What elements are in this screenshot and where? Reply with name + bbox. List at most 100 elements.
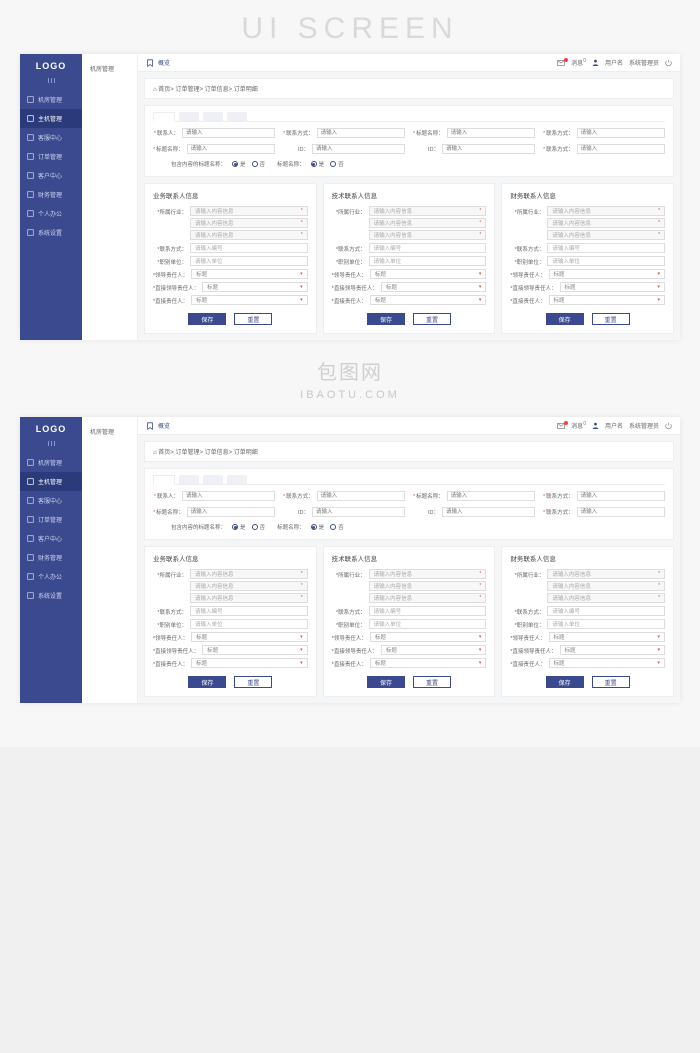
sub-sidebar-item[interactable] xyxy=(82,440,137,450)
tab[interactable] xyxy=(153,112,175,122)
radio2-no[interactable]: 否 xyxy=(330,523,344,531)
lead1-select[interactable]: 标题▾ xyxy=(370,632,487,642)
tab[interactable] xyxy=(227,475,247,484)
field-input[interactable] xyxy=(317,491,405,501)
industry-input[interactable]: 请输入内容信息* xyxy=(369,206,487,216)
sub-sidebar-item[interactable] xyxy=(82,480,137,490)
radio2-yes[interactable]: 是 xyxy=(311,160,325,168)
field-input[interactable] xyxy=(187,507,275,517)
industry-input-3[interactable]: 请输入内容信息* xyxy=(547,230,665,240)
user-label[interactable]: 用户名 xyxy=(605,421,623,430)
home-icon[interactable]: ⌂ xyxy=(153,87,157,93)
field-input[interactable] xyxy=(577,128,665,138)
lead2-select[interactable]: 标题▾ xyxy=(202,645,308,655)
contact-input[interactable]: 请输入编号 xyxy=(190,243,308,253)
contact-input[interactable]: 请输入编号 xyxy=(369,606,487,616)
nav-item[interactable]: 客服中心 xyxy=(20,128,82,147)
radio1-no[interactable]: 否 xyxy=(252,160,266,168)
unit-input[interactable]: 请输入单位 xyxy=(190,619,308,629)
nav-item[interactable]: 财务管理 xyxy=(20,548,82,567)
industry-input[interactable]: 请输入内容信息* xyxy=(190,569,308,579)
sub-sidebar-item[interactable] xyxy=(82,77,137,87)
unit-input[interactable]: 请输入单位 xyxy=(369,256,487,266)
reset-button[interactable]: 重置 xyxy=(413,313,451,325)
nav-item[interactable]: 客服中心 xyxy=(20,491,82,510)
nav-item[interactable]: 订单管理 xyxy=(20,147,82,166)
sub-sidebar-item[interactable] xyxy=(82,117,137,127)
field-input[interactable] xyxy=(577,144,665,154)
nav-item[interactable]: 主机管理 xyxy=(20,472,82,491)
sub-sidebar-item[interactable] xyxy=(82,500,137,510)
save-button[interactable]: 保存 xyxy=(367,313,405,325)
lead3-select[interactable]: 标题▾ xyxy=(370,658,487,668)
industry-input[interactable]: 请输入内容信息* xyxy=(369,569,487,579)
lead1-select[interactable]: 标题▾ xyxy=(191,269,308,279)
lead3-select[interactable]: 标题▾ xyxy=(549,658,666,668)
contact-input[interactable]: 请输入编号 xyxy=(369,243,487,253)
radio1-yes[interactable]: 是 xyxy=(232,160,246,168)
field-input[interactable] xyxy=(182,491,275,501)
industry-input[interactable]: 请输入内容信息* xyxy=(547,569,665,579)
admin-label[interactable]: 系统管理员 xyxy=(629,58,659,67)
reset-button[interactable]: 重置 xyxy=(234,676,272,688)
lead3-select[interactable]: 标题▾ xyxy=(549,295,666,305)
sub-sidebar-item[interactable] xyxy=(82,460,137,470)
industry-input-3[interactable]: 请输入内容信息* xyxy=(369,230,487,240)
lead1-select[interactable]: 标题▾ xyxy=(549,632,666,642)
save-button[interactable]: 保存 xyxy=(367,676,405,688)
lead3-select[interactable]: 标题▾ xyxy=(191,295,308,305)
radio1-no[interactable]: 否 xyxy=(252,523,266,531)
nav-item[interactable]: 机房管理 xyxy=(20,453,82,472)
sub-sidebar-item[interactable] xyxy=(82,490,137,500)
lead3-select[interactable]: 标题▾ xyxy=(191,658,308,668)
tab[interactable] xyxy=(179,475,199,484)
mail-icon[interactable] xyxy=(557,60,565,66)
lead2-select[interactable]: 标题▾ xyxy=(560,645,666,655)
industry-input-3[interactable]: 请输入内容信息* xyxy=(190,230,308,240)
reset-button[interactable]: 重置 xyxy=(592,313,630,325)
admin-label[interactable]: 系统管理员 xyxy=(629,421,659,430)
sub-sidebar-item[interactable] xyxy=(82,97,137,107)
user-label[interactable]: 用户名 xyxy=(605,58,623,67)
unit-input[interactable]: 请输入单位 xyxy=(190,256,308,266)
tab[interactable] xyxy=(227,112,247,121)
msg-label[interactable]: 消息0 xyxy=(571,58,586,67)
contact-input[interactable]: 请输入编号 xyxy=(547,243,665,253)
industry-input-3[interactable]: 请输入内容信息* xyxy=(547,593,665,603)
industry-input[interactable]: 请输入内容信息* xyxy=(190,206,308,216)
nav-item[interactable]: 机房管理 xyxy=(20,90,82,109)
sub-sidebar-item[interactable] xyxy=(82,470,137,480)
lead3-select[interactable]: 标题▾ xyxy=(370,295,487,305)
msg-label[interactable]: 消息0 xyxy=(571,421,586,430)
lead1-select[interactable]: 标题▾ xyxy=(549,269,666,279)
field-input[interactable] xyxy=(577,507,665,517)
lead2-select[interactable]: 标题▾ xyxy=(202,282,308,292)
unit-input[interactable]: 请输入单位 xyxy=(547,256,665,266)
industry-input-2[interactable]: 请输入内容信息* xyxy=(547,581,665,591)
industry-input-2[interactable]: 请输入内容信息* xyxy=(190,581,308,591)
industry-input-2[interactable]: 请输入内容信息* xyxy=(369,581,487,591)
save-button[interactable]: 保存 xyxy=(188,676,226,688)
tab[interactable] xyxy=(179,112,199,121)
unit-input[interactable]: 请输入单位 xyxy=(369,619,487,629)
reset-button[interactable]: 重置 xyxy=(413,676,451,688)
nav-item[interactable]: 客户中心 xyxy=(20,529,82,548)
nav-item[interactable]: 财务管理 xyxy=(20,185,82,204)
industry-input-2[interactable]: 请输入内容信息* xyxy=(190,218,308,228)
tab[interactable] xyxy=(203,112,223,121)
radio1-yes[interactable]: 是 xyxy=(232,523,246,531)
field-input[interactable] xyxy=(187,144,275,154)
save-button[interactable]: 保存 xyxy=(188,313,226,325)
logout-icon[interactable] xyxy=(665,422,672,429)
sub-sidebar-item[interactable] xyxy=(82,87,137,97)
unit-input[interactable]: 请输入单位 xyxy=(547,619,665,629)
home-icon[interactable]: ⌂ xyxy=(153,450,157,456)
nav-item[interactable]: 个人办公 xyxy=(20,567,82,586)
sub-sidebar-item[interactable] xyxy=(82,137,137,147)
save-button[interactable]: 保存 xyxy=(546,313,584,325)
field-input[interactable] xyxy=(312,144,405,154)
overview-label[interactable]: 概览 xyxy=(158,58,170,67)
industry-input[interactable]: 请输入内容信息* xyxy=(547,206,665,216)
field-input[interactable] xyxy=(447,128,535,138)
overview-label[interactable]: 概览 xyxy=(158,421,170,430)
